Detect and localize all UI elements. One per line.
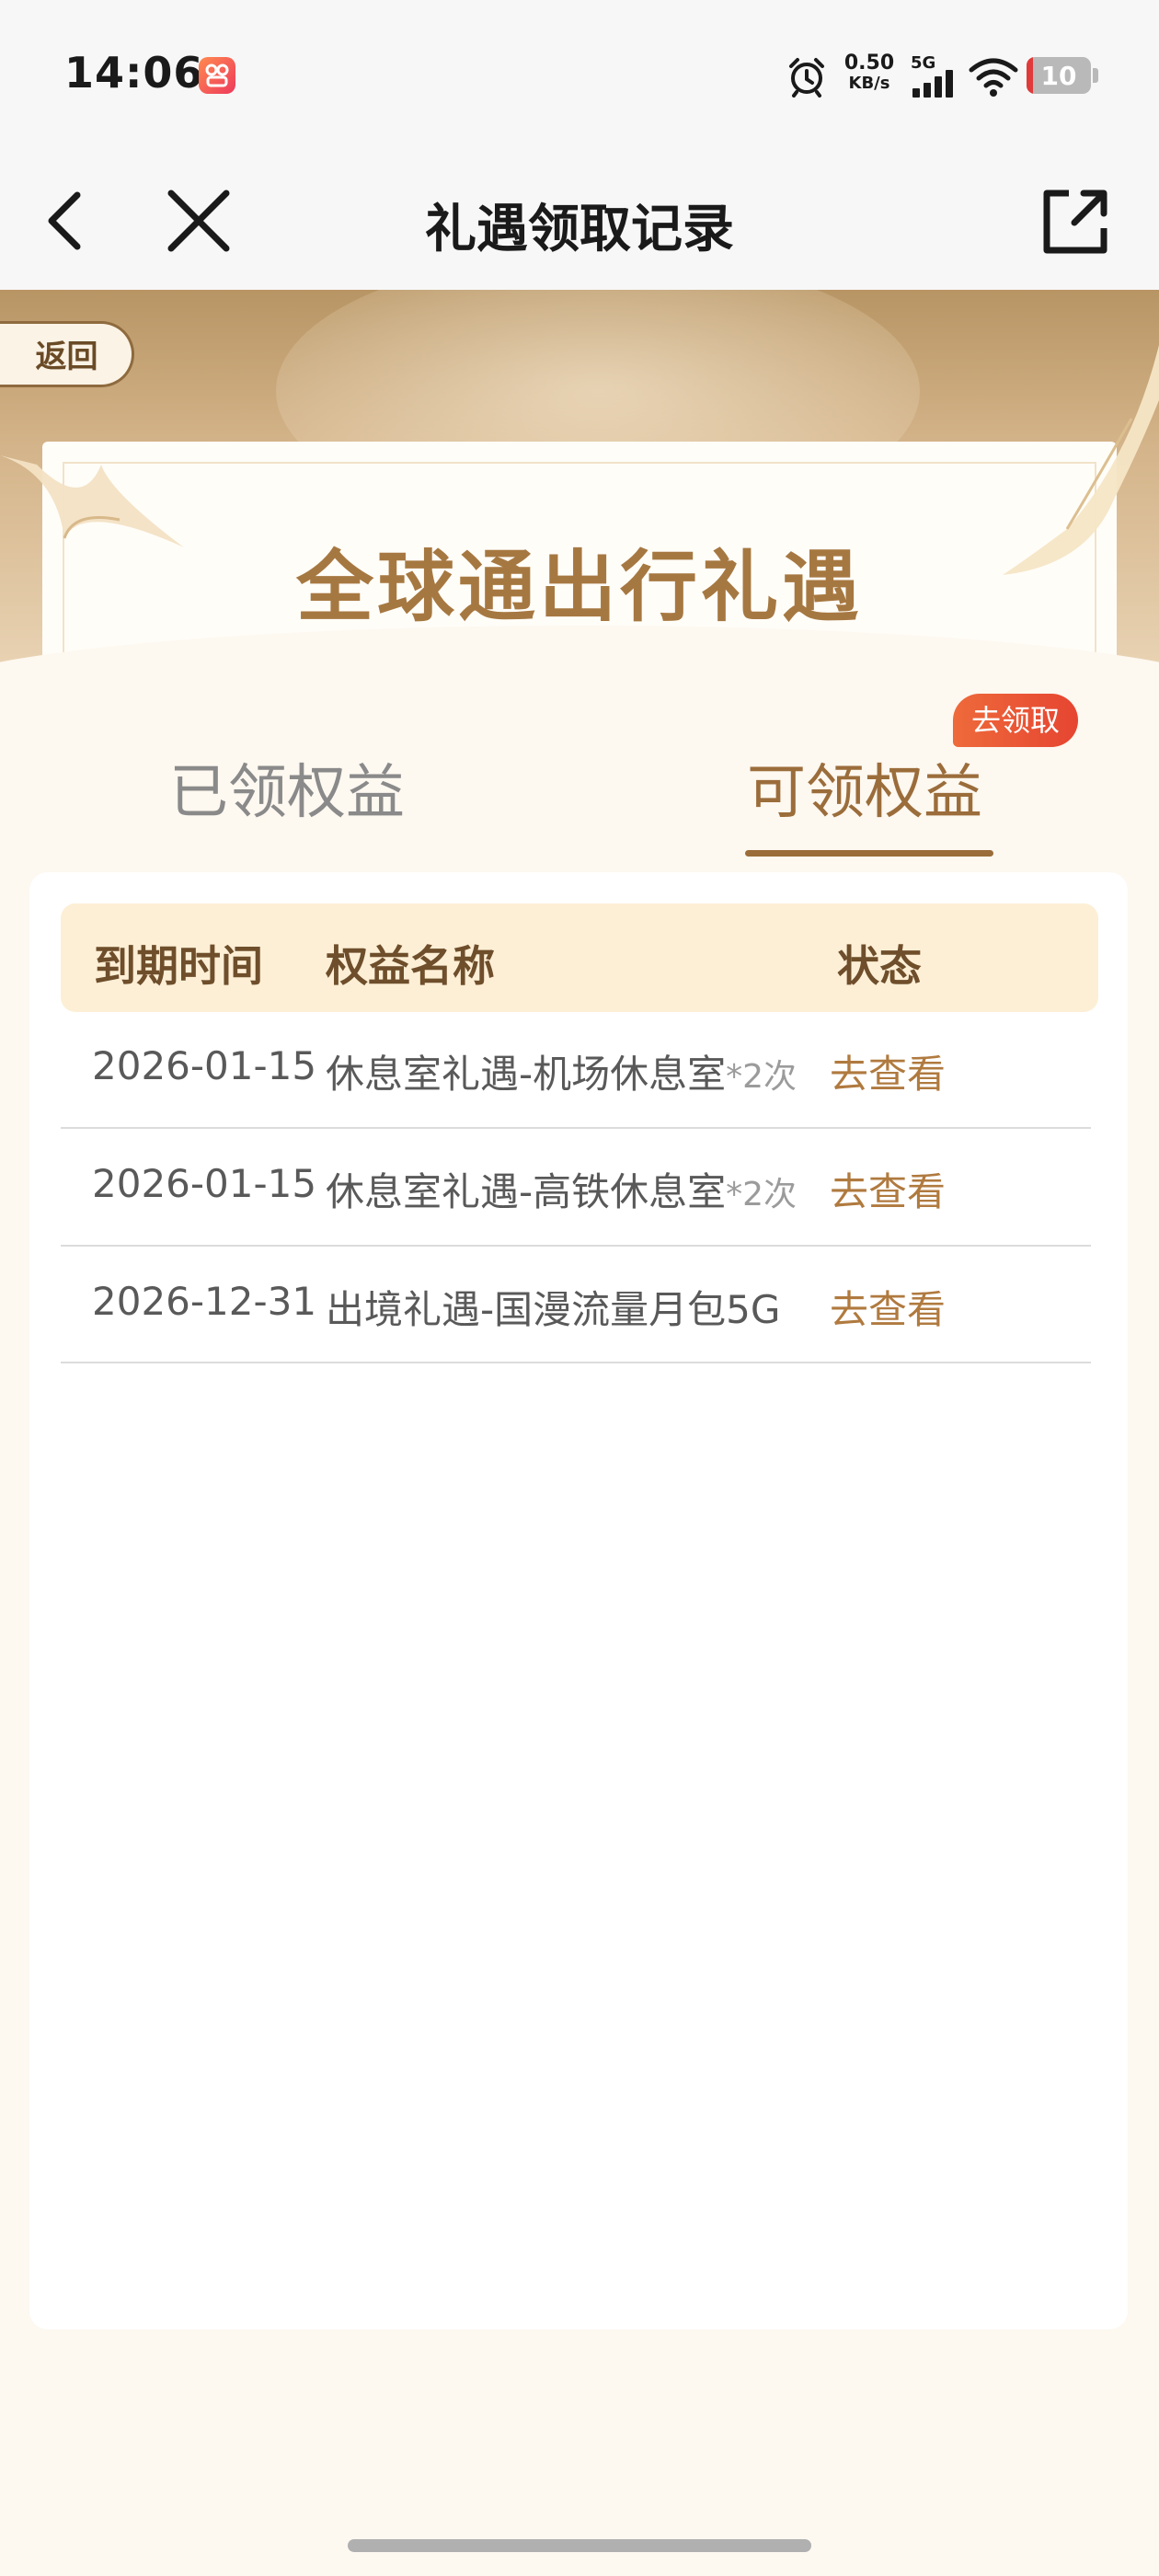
- row-times: *2次: [726, 1058, 798, 1096]
- header-expiry-time: 到期时间: [94, 941, 263, 991]
- banner-title: 全球通出行礼遇: [295, 542, 863, 632]
- tab-claimed-benefits[interactable]: 已领权益: [169, 745, 405, 830]
- app-notification-icon: [199, 57, 235, 94]
- header-benefit-name: 权益名称: [326, 941, 495, 991]
- nav-bar: 礼遇领取记录: [0, 147, 1159, 290]
- battery-tip: [1093, 68, 1098, 83]
- wifi-icon: [969, 58, 1018, 97]
- row-benefit-name: 休息室礼遇-机场休息室*2次: [326, 1043, 797, 1099]
- network-speed-unit: KB/s: [848, 74, 890, 93]
- row-benefit-name-text: 出境礼遇-国漫流量月包5G: [326, 1287, 781, 1332]
- network-speed: 0.50 KB/s: [841, 53, 898, 94]
- row-benefit-name: 休息室礼遇-高铁休息室*2次: [326, 1161, 797, 1217]
- row-divider: [61, 1127, 1091, 1129]
- home-indicator[interactable]: [348, 2539, 811, 2552]
- row-divider: [61, 1245, 1091, 1247]
- header-status: 状态: [837, 941, 922, 991]
- signal-strength-icon: [912, 70, 953, 98]
- battery-icon: 10: [1027, 57, 1091, 94]
- share-external-icon: [1043, 190, 1107, 254]
- row-benefit-name-text: 休息室礼遇-机场休息室: [326, 1052, 727, 1097]
- tab-available-benefits[interactable]: 可领权益: [747, 745, 982, 830]
- network-speed-value: 0.50: [843, 52, 895, 75]
- row-divider: [61, 1362, 1091, 1363]
- view-button[interactable]: 去查看: [830, 1279, 946, 1335]
- row-expiry: 2026-01-15: [92, 1161, 317, 1206]
- view-button[interactable]: 去查看: [830, 1161, 946, 1217]
- view-button[interactable]: 去查看: [830, 1043, 946, 1099]
- row-benefit-name-text: 休息室礼遇-高铁休息室: [326, 1169, 727, 1214]
- row-expiry: 2026-12-31: [92, 1279, 317, 1324]
- row-times: *2次: [726, 1176, 798, 1213]
- active-tab-underline: [745, 850, 993, 857]
- battery-level: 10: [1040, 61, 1077, 91]
- row-expiry: 2026-01-15: [92, 1043, 317, 1088]
- go-claim-badge[interactable]: 去领取: [953, 694, 1078, 747]
- banner: 返回 全球通出行礼遇: [0, 290, 1159, 685]
- return-button[interactable]: 返回: [0, 321, 134, 387]
- status-time: 14:06: [64, 48, 204, 98]
- share-button[interactable]: [1028, 175, 1120, 267]
- alarm-icon: [789, 58, 824, 98]
- page-title: 礼遇领取记录: [425, 200, 734, 259]
- row-benefit-name: 出境礼遇-国漫流量月包5G: [326, 1279, 780, 1335]
- status-bar: 14:06 0.50 KB/s 5G 10: [0, 0, 1159, 147]
